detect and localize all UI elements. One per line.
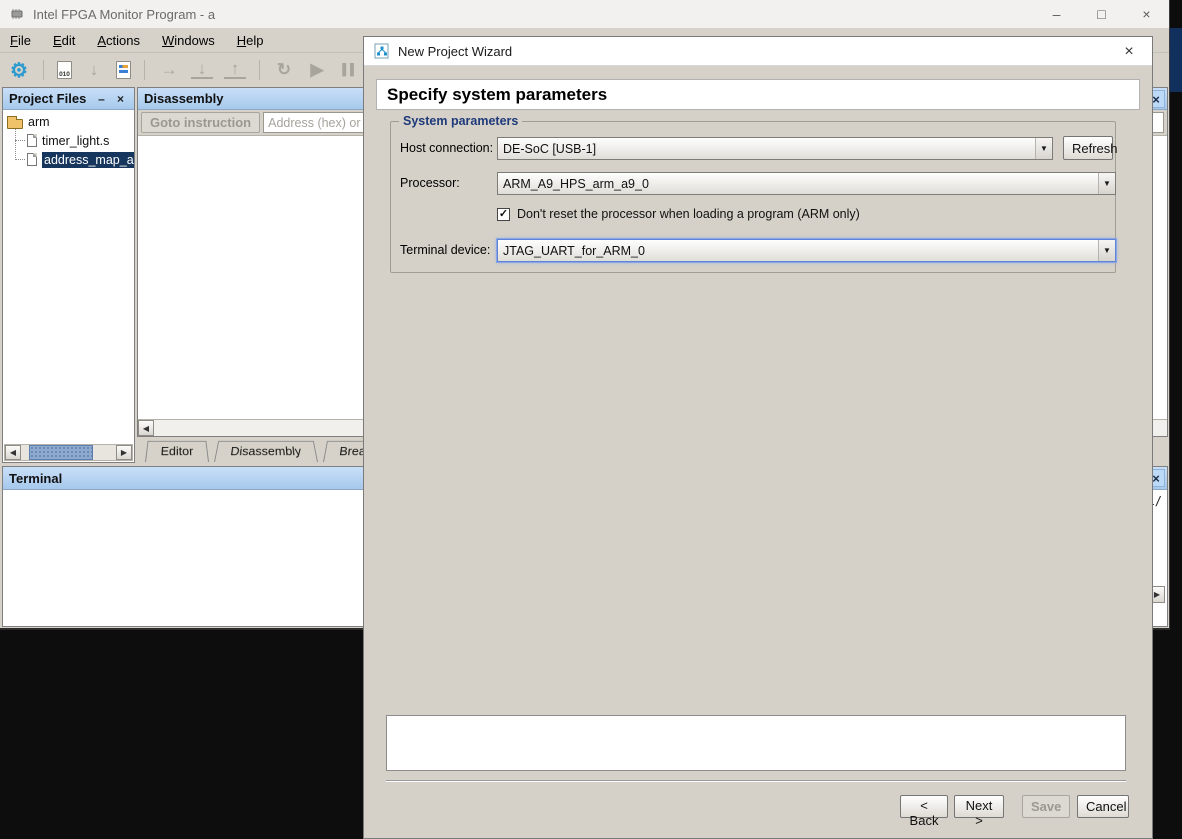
- wizard-icon: [374, 43, 389, 59]
- file-icon: [27, 153, 37, 166]
- dialog-heading: Specify system parameters: [387, 84, 608, 104]
- dialog-heading-box: Specify system parameters: [376, 79, 1140, 110]
- dont-reset-checkbox-row: ✓ Don't reset the processor when loading…: [497, 207, 860, 221]
- scroll-left-icon[interactable]: ◀: [138, 420, 154, 436]
- goto-instruction-button[interactable]: Goto instruction: [141, 112, 261, 133]
- maximize-button[interactable]: □: [1079, 0, 1124, 28]
- file-icon: [27, 134, 37, 147]
- host-connection-value: DE-SoC [USB-1]: [503, 141, 597, 156]
- dialog-separator: [386, 780, 1126, 782]
- project-files-tree: arm timer_light.s address_map_arm: [3, 110, 134, 444]
- panel-minimize-icon[interactable]: –: [94, 91, 109, 106]
- group-label: System parameters: [399, 114, 523, 128]
- scrollbar-thumb[interactable]: [29, 445, 93, 460]
- minimize-button[interactable]: –: [1034, 0, 1079, 28]
- dialog-titlebar[interactable]: New Project Wizard ×: [364, 37, 1152, 66]
- toolbar-separator: [144, 60, 145, 80]
- settings-gear-icon[interactable]: ⚙: [8, 59, 30, 82]
- project-files-hscrollbar[interactable]: ◀ ▶: [4, 444, 133, 461]
- tab-editor[interactable]: Editor: [145, 440, 209, 462]
- chevron-down-icon[interactable]: ▼: [1098, 240, 1115, 261]
- binary-file-icon[interactable]: 010: [57, 61, 72, 79]
- dialog-close-icon[interactable]: ×: [1112, 37, 1146, 66]
- terminal-device-dropdown[interactable]: JTAG_UART_for_ARM_0 ▼: [497, 239, 1116, 262]
- tree-file-timer-light[interactable]: timer_light.s: [15, 131, 134, 150]
- dont-reset-label: Don't reset the processor when loading a…: [517, 207, 860, 221]
- menu-help[interactable]: Help: [237, 33, 264, 48]
- back-button[interactable]: < Back: [900, 795, 948, 828]
- tree-folder-arm[interactable]: arm: [7, 113, 134, 131]
- next-button[interactable]: Next >: [954, 795, 1004, 828]
- project-files-title: Project Files: [9, 91, 87, 106]
- processor-dropdown[interactable]: ARM_A9_HPS_arm_a9_0 ▼: [497, 172, 1116, 195]
- cancel-button[interactable]: Cancel: [1077, 795, 1129, 818]
- terminal-device-label: Terminal device:: [400, 243, 491, 257]
- upload-icon[interactable]: ↑: [224, 59, 246, 79]
- new-project-wizard-dialog: New Project Wizard × Specify system para…: [363, 36, 1153, 839]
- processor-value: ARM_A9_HPS_arm_a9_0: [503, 176, 649, 191]
- menu-file[interactable]: File: [10, 33, 31, 48]
- project-files-header[interactable]: Project Files – ×: [3, 88, 134, 110]
- terminal-device-value: JTAG_UART_for_ARM_0: [503, 243, 645, 258]
- scroll-left-icon[interactable]: ◀: [5, 445, 21, 460]
- chevron-down-icon[interactable]: ▼: [1035, 138, 1052, 159]
- dont-reset-checkbox[interactable]: ✓: [497, 207, 510, 221]
- close-button[interactable]: ×: [1124, 0, 1169, 28]
- wizard-message-area[interactable]: [386, 715, 1126, 771]
- screen: There is NOCULAR PURPOSE. ARG CASE THIN …: [0, 0, 1182, 839]
- file-label: timer_light.s: [42, 133, 110, 148]
- dialog-title: New Project Wizard: [398, 43, 513, 59]
- menu-edit[interactable]: Edit: [53, 33, 75, 48]
- menu-actions[interactable]: Actions: [97, 33, 140, 48]
- window-title: Intel FPGA Monitor Program - a: [33, 6, 216, 22]
- toolbar-separator: [43, 60, 44, 80]
- assemble-file-icon[interactable]: [116, 61, 131, 79]
- pause-icon[interactable]: ▌▌: [339, 59, 361, 81]
- processor-label: Processor:: [400, 176, 460, 190]
- terminal-title: Terminal: [9, 470, 63, 486]
- host-connection-label: Host connection:: [400, 141, 494, 155]
- disassembly-title: Disassembly: [144, 91, 224, 106]
- connect-arrow-icon[interactable]: →: [158, 59, 180, 81]
- tab-disassembly[interactable]: Disassembly: [213, 440, 318, 462]
- refresh-button[interactable]: Refresh: [1063, 136, 1118, 160]
- folder-icon: [7, 115, 23, 129]
- menu-windows[interactable]: Windows: [162, 33, 215, 48]
- continue-icon[interactable]: ▶: [306, 59, 328, 81]
- load-program-icon[interactable]: ↓: [191, 59, 213, 79]
- chevron-down-icon[interactable]: ▼: [1098, 173, 1115, 194]
- download-arrow-icon[interactable]: ↓: [83, 59, 105, 81]
- restart-icon[interactable]: ↻: [273, 59, 295, 81]
- tree-file-address-map[interactable]: address_map_arm: [15, 150, 134, 169]
- window-titlebar[interactable]: Intel FPGA Monitor Program - a – □ ×: [0, 0, 1169, 28]
- toolbar-separator: [259, 60, 260, 80]
- host-connection-dropdown[interactable]: DE-SoC [USB-1] ▼: [497, 137, 1053, 160]
- file-label: address_map_arm: [42, 151, 134, 168]
- panel-close-icon[interactable]: ×: [113, 91, 128, 106]
- project-files-panel: Project Files – × arm timer_light.s addr…: [2, 87, 135, 463]
- chip-icon: [11, 9, 23, 19]
- folder-label: arm: [28, 115, 50, 129]
- system-parameters-group: System parameters Host connection: DE-So…: [390, 114, 1118, 273]
- save-button[interactable]: Save: [1022, 795, 1070, 818]
- scroll-right-icon[interactable]: ▶: [116, 445, 132, 460]
